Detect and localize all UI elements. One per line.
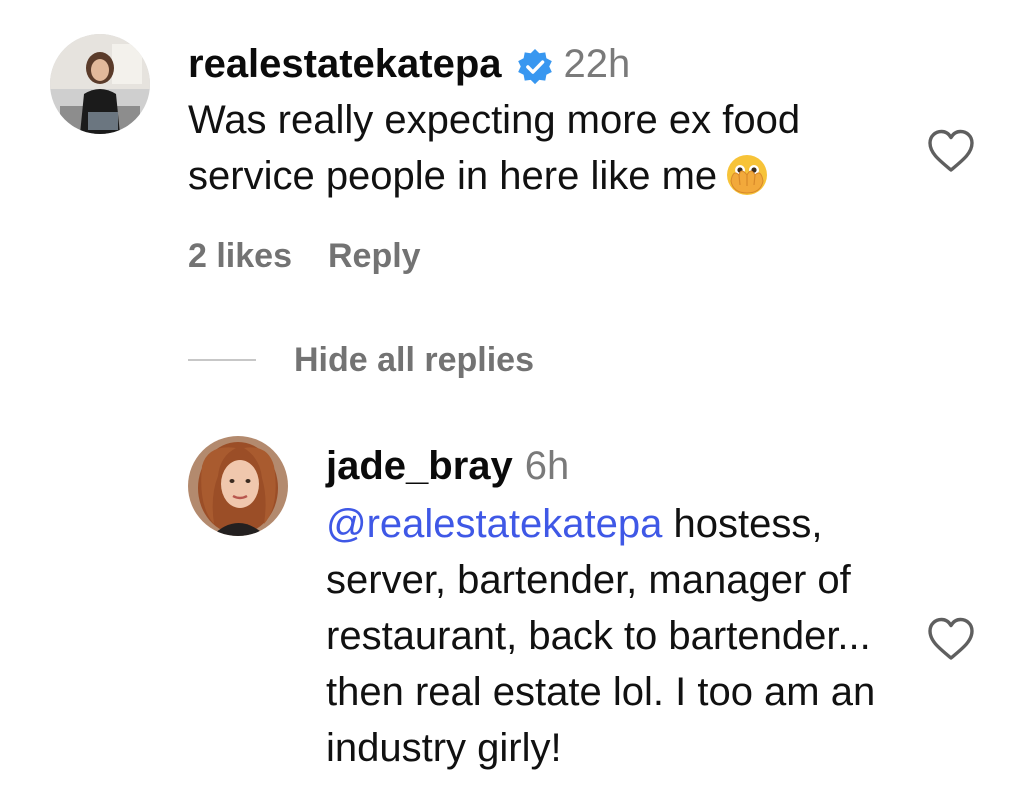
- likes-count-button[interactable]: 2 likes: [188, 237, 292, 275]
- username[interactable]: jade_bray: [326, 438, 513, 494]
- hide-replies-button[interactable]: Hide all replies: [188, 338, 534, 382]
- reply-line: industry girly!: [326, 726, 562, 770]
- reply-line: then real estate lol. I too am an: [326, 670, 876, 714]
- hide-replies-label: Hide all replies: [294, 340, 534, 379]
- reply-button[interactable]: Reply: [328, 237, 421, 275]
- reply-header: jade_bray 6h: [326, 438, 569, 494]
- avatar-realestatekatepa[interactable]: [50, 34, 150, 134]
- timestamp: 22h: [563, 42, 631, 86]
- comment-line: service people in here like me: [188, 154, 718, 198]
- avatar-jade-bray[interactable]: [188, 436, 288, 536]
- reply-line: hostess,: [662, 502, 823, 546]
- comment-line: Was really expecting more ex food: [188, 98, 801, 142]
- verified-badge-icon: [516, 45, 554, 85]
- reply-text: @realestatekatepa hostess, server, barte…: [326, 496, 875, 776]
- reply-line-with-mention: @realestatekatepa hostess,: [326, 496, 875, 552]
- timestamp: 6h: [524, 444, 570, 488]
- reply-line: server, bartender, manager of: [326, 558, 851, 602]
- like-heart-icon[interactable]: [926, 616, 976, 662]
- reply-line: restaurant, back to bartender...: [326, 614, 871, 658]
- comment-actions: 2 likes Reply: [188, 234, 421, 278]
- comment-text: Was really expecting more ex food servic…: [188, 92, 800, 204]
- username[interactable]: realestatekatepa: [188, 36, 502, 92]
- face-with-hand-over-mouth-emoji-icon: [725, 153, 769, 197]
- mention-link[interactable]: @realestatekatepa: [326, 502, 662, 546]
- thread-divider-line: [188, 359, 256, 361]
- comment-header: realestatekatepa 22h: [188, 36, 630, 92]
- comment-line-with-emoji: service people in here like me: [188, 148, 800, 204]
- like-heart-icon[interactable]: [926, 128, 976, 174]
